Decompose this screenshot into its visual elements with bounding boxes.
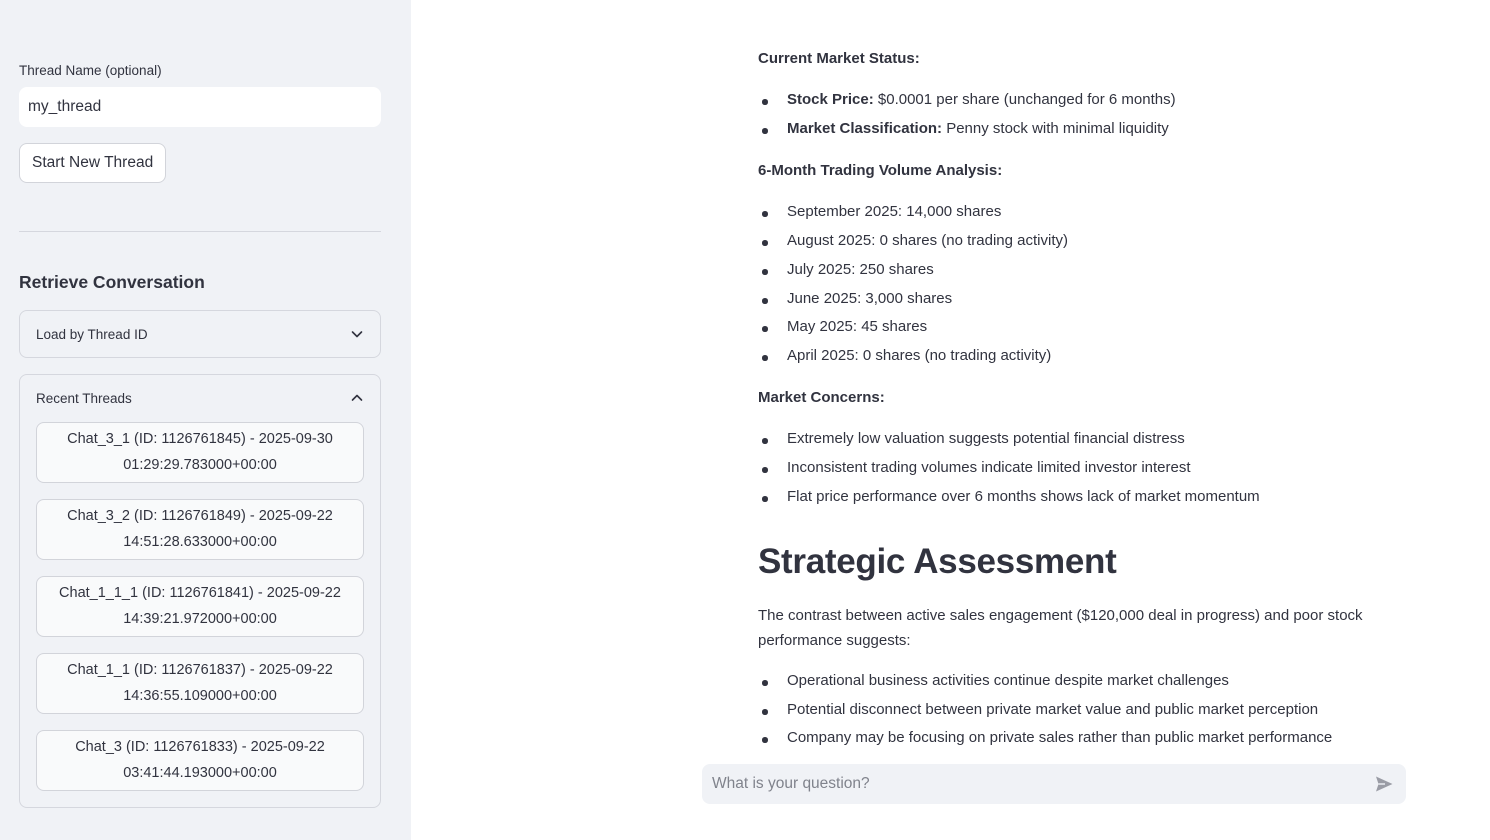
thread-button-timestamp: 01:29:29.783000+00:00: [123, 456, 277, 473]
thread-button[interactable]: Chat_3_2 (ID: 1126761849) - 2025-09-22 1…: [36, 499, 364, 560]
list-item: May 2025: 45 shares: [761, 318, 928, 335]
list-item: Inconsistent trading volumes indicate li…: [762, 459, 1191, 476]
chat-message-area[interactable]: Current Market Status: Stock Price: $0.0…: [758, 0, 1398, 752]
list-item-label: Market Classification:: [787, 120, 943, 137]
thread-button-timestamp: 14:51:28.633000+00:00: [123, 533, 277, 550]
chat-input-bar: [702, 764, 1406, 804]
thread-button-timestamp: 14:39:21.972000+00:00: [123, 610, 277, 627]
list-item: Stock Price: $0.0001 per share (unchange…: [762, 91, 1176, 108]
thread-button[interactable]: Chat_1_1 (ID: 1126761837) - 2025-09-22 1…: [36, 653, 364, 714]
list-item: August 2025: 0 shares (no trading activi…: [762, 232, 1068, 249]
load-by-thread-id-label: Load by Thread ID: [36, 326, 148, 342]
thread-button[interactable]: Chat_1_1_1 (ID: 1126761841) - 2025-09-22…: [36, 576, 364, 637]
concerns-heading: Market Concerns:: [758, 389, 885, 406]
recent-threads-label: Recent Threads: [36, 390, 132, 406]
market-status-heading: Current Market Status:: [758, 50, 920, 67]
list-item-text: Penny stock with minimal liquidity: [942, 120, 1169, 137]
list-item: Operational business activities continue…: [762, 672, 1229, 689]
list-item: September 2025: 14,000 shares: [761, 203, 1002, 220]
thread-button-title: Chat_3 (ID: 1126761833) - 2025-09-22: [75, 739, 325, 755]
start-new-thread-button[interactable]: Start New Thread: [19, 143, 167, 183]
retrieve-conversation-heading: Retrieve Conversation: [19, 272, 205, 292]
strategic-assessment-heading: Strategic Assessment: [758, 542, 1117, 581]
sidebar: Thread Name (optional) Start New Thread …: [0, 0, 411, 840]
thread-button-timestamp: 03:41:44.193000+00:00: [123, 764, 277, 781]
chat-input[interactable]: [712, 775, 1372, 793]
thread-button-title: Chat_1_1 (ID: 1126761837) - 2025-09-22: [67, 662, 333, 678]
list-item: Potential disconnect between private mar…: [761, 701, 1319, 718]
list-item-text: $0.0001 per share (unchanged for 6 month…: [873, 91, 1176, 108]
thread-button-timestamp: 14:36:55.109000+00:00: [123, 687, 277, 704]
chevron-up-icon: [350, 391, 364, 405]
strategic-paragraph: The contrast between active sales engage…: [758, 607, 1363, 649]
thread-button-title: Chat_3_1 (ID: 1126761845) - 2025-09-30: [67, 431, 333, 447]
thread-button-title: Chat_1_1_1 (ID: 1126761841) - 2025-09-22: [59, 585, 341, 601]
list-item: Flat price performance over 6 months sho…: [762, 488, 1260, 505]
list-item: April 2025: 0 shares (no trading activit…: [761, 347, 1052, 364]
list-item: June 2025: 3,000 shares: [761, 290, 953, 307]
list-item: Extremely low valuation suggests potenti…: [762, 430, 1185, 447]
recent-threads-header[interactable]: Recent Threads: [20, 375, 380, 421]
load-by-thread-id-header[interactable]: Load by Thread ID: [20, 311, 380, 357]
list-item: July 2025: 250 shares: [762, 261, 934, 278]
thread-button[interactable]: Chat_3 (ID: 1126761833) - 2025-09-22 03:…: [36, 730, 364, 791]
list-item: Company may be focusing on private sales…: [761, 729, 1333, 746]
thread-button-title: Chat_3_2 (ID: 1126761849) - 2025-09-22: [67, 508, 333, 524]
list-item: Market Classification: Penny stock with …: [762, 120, 1169, 137]
send-icon[interactable]: [1372, 772, 1396, 796]
thread-name-input[interactable]: [19, 87, 381, 127]
thread-name-label: Thread Name (optional): [19, 63, 162, 78]
load-by-thread-id-expander[interactable]: Load by Thread ID: [19, 310, 381, 358]
sidebar-divider: [19, 231, 381, 232]
volume-heading: 6-Month Trading Volume Analysis:: [758, 162, 1003, 179]
recent-threads-expander: Recent Threads Chat_3_1 (ID: 1126761845)…: [19, 374, 381, 808]
list-item-label: Stock Price:: [787, 91, 874, 108]
chevron-down-icon: [350, 327, 364, 341]
thread-button[interactable]: Chat_3_1 (ID: 1126761845) - 2025-09-30 0…: [36, 422, 364, 483]
